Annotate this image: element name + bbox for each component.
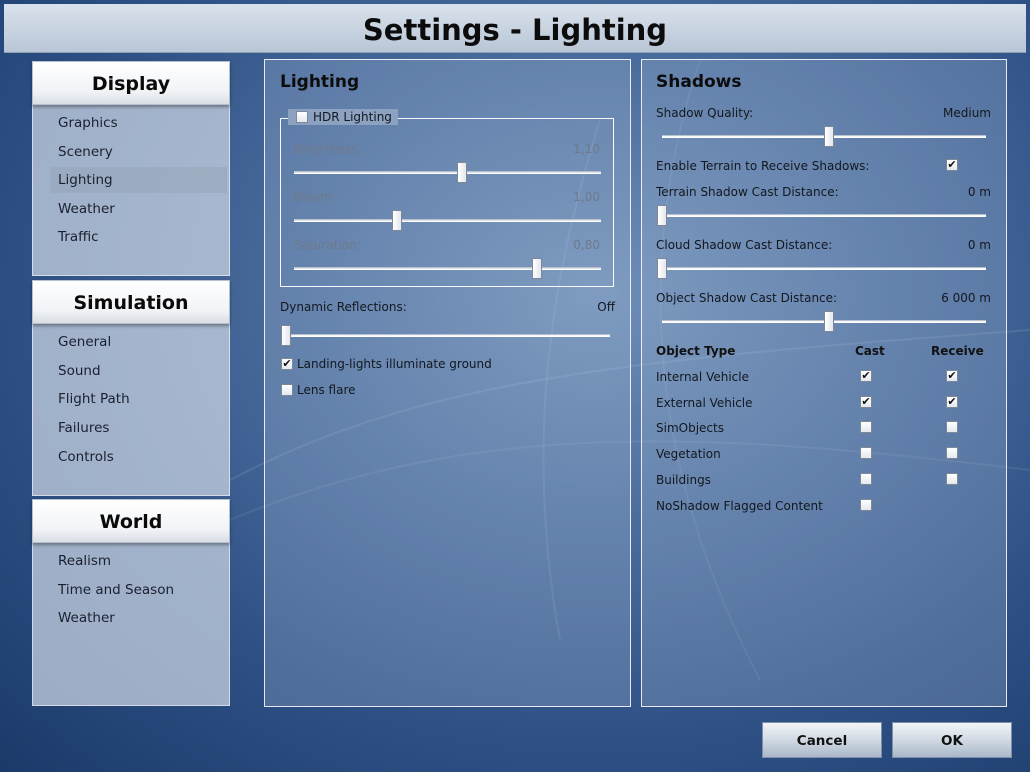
external-vehicle-receive-checkbox[interactable]: ✔ — [946, 396, 958, 408]
simobjects-receive-checkbox[interactable] — [946, 421, 958, 433]
nav-body-world: Realism Time and Season Weather — [32, 543, 230, 706]
nav-item-general[interactable]: General — [51, 329, 227, 355]
landing-lights-checkbox[interactable]: ✔ — [281, 358, 293, 370]
table-row-label: Vegetation — [656, 447, 721, 461]
internal-vehicle-receive-checkbox[interactable]: ✔ — [946, 370, 958, 382]
internal-vehicle-cast-checkbox[interactable]: ✔ — [860, 370, 872, 382]
brightness-slider-track[interactable] — [294, 171, 601, 174]
table-row-label: External Vehicle — [656, 396, 753, 410]
bloom-value: 1,00 — [573, 190, 600, 204]
object-distance-slider-thumb[interactable] — [823, 311, 834, 332]
terrain-receive-label: Enable Terrain to Receive Shadows: — [656, 159, 870, 173]
lighting-panel-title: Lighting — [280, 72, 360, 92]
nav-item-traffic[interactable]: Traffic — [51, 224, 227, 250]
vegetation-receive-checkbox[interactable] — [946, 447, 958, 459]
nav-header-display[interactable]: Display — [32, 61, 230, 105]
nav-section-display: Display Graphics Scenery Lighting Weathe… — [32, 61, 230, 276]
lens-flare-checkbox[interactable] — [281, 384, 293, 396]
object-type-header: Object Type — [656, 344, 736, 358]
nav-item-sound[interactable]: Sound — [51, 358, 227, 384]
bloom-slider-thumb[interactable] — [392, 210, 402, 231]
page-title: Settings - Lighting — [362, 13, 668, 47]
dynamic-reflections-label: Dynamic Reflections: — [280, 300, 407, 314]
saturation-slider-track[interactable] — [294, 267, 601, 270]
noshadow-cast-checkbox[interactable] — [860, 499, 872, 511]
simobjects-cast-checkbox[interactable] — [860, 421, 872, 433]
hdr-lighting-checkbox[interactable] — [296, 111, 308, 123]
nav-item-controls[interactable]: Controls — [51, 444, 227, 470]
object-distance-value: 6 000 m — [941, 291, 991, 305]
nav-item-weather[interactable]: Weather — [51, 196, 227, 222]
cloud-distance-value: 0 m — [967, 238, 991, 252]
object-distance-label: Object Shadow Cast Distance: — [656, 291, 838, 305]
landing-lights-label: Landing-lights illuminate ground — [297, 357, 492, 371]
saturation-slider-thumb[interactable] — [531, 258, 542, 279]
terrain-distance-label: Terrain Shadow Cast Distance: — [656, 185, 839, 199]
nav-item-failures[interactable]: Failures — [51, 415, 227, 441]
dynamic-reflections-slider-thumb[interactable] — [281, 325, 291, 346]
cast-header: Cast — [855, 344, 885, 358]
table-row-label: NoShadow Flagged Content — [656, 499, 823, 513]
nav-item-flight-path[interactable]: Flight Path — [51, 386, 227, 412]
hdr-lighting-label: HDR Lighting — [313, 110, 392, 124]
nav-body-simulation: General Sound Flight Path Failures Contr… — [32, 324, 230, 496]
bloom-label: Bloom: — [294, 190, 336, 204]
terrain-distance-value: 0 m — [967, 185, 991, 199]
receive-header: Receive — [931, 344, 984, 358]
saturation-value: 0,80 — [573, 238, 600, 252]
buildings-receive-checkbox[interactable] — [946, 473, 958, 485]
brightness-slider-thumb[interactable] — [457, 162, 468, 183]
nav-item-lighting[interactable]: Lighting — [51, 167, 227, 193]
terrain-receive-checkbox[interactable]: ✔ — [946, 159, 958, 171]
nav-item-world-weather[interactable]: Weather — [51, 605, 227, 631]
brightness-label: Brightness: — [294, 142, 362, 156]
ok-button[interactable]: OK — [892, 722, 1012, 758]
bloom-slider-track[interactable] — [294, 219, 601, 222]
nav-header-world[interactable]: World — [32, 499, 230, 543]
external-vehicle-cast-checkbox[interactable]: ✔ — [860, 396, 872, 408]
cloud-distance-slider-thumb[interactable] — [657, 258, 667, 279]
shadows-panel-title: Shadows — [656, 72, 742, 92]
terrain-distance-slider-thumb[interactable] — [657, 205, 667, 226]
nav-header-simulation[interactable]: Simulation — [32, 280, 230, 324]
cloud-distance-slider-track[interactable] — [662, 267, 986, 270]
dynamic-reflections-value: Off — [597, 300, 615, 314]
cloud-distance-label: Cloud Shadow Cast Distance: — [656, 238, 833, 252]
cancel-button[interactable]: Cancel — [762, 722, 882, 758]
nav-item-time-and-season[interactable]: Time and Season — [51, 577, 227, 603]
shadow-quality-label: Shadow Quality: — [656, 106, 754, 120]
nav-body-display: Graphics Scenery Lighting Weather Traffi… — [32, 105, 230, 276]
dynamic-reflections-slider-track[interactable] — [281, 334, 610, 337]
table-row-label: SimObjects — [656, 421, 724, 435]
nav-item-graphics[interactable]: Graphics — [51, 110, 227, 136]
nav-item-scenery[interactable]: Scenery — [51, 139, 227, 165]
nav-section-simulation: Simulation General Sound Flight Path Fai… — [32, 280, 230, 496]
title-bar: Settings - Lighting — [4, 4, 1026, 53]
shadow-quality-slider-thumb[interactable] — [823, 126, 834, 147]
nav-item-realism[interactable]: Realism — [51, 548, 227, 574]
lens-flare-label: Lens flare — [297, 383, 356, 397]
buildings-cast-checkbox[interactable] — [860, 473, 872, 485]
brightness-value: 1,10 — [573, 142, 600, 156]
shadow-quality-value: Medium — [943, 106, 991, 120]
table-row-label: Internal Vehicle — [656, 370, 749, 384]
terrain-distance-slider-track[interactable] — [662, 214, 986, 217]
nav-section-world: World Realism Time and Season Weather — [32, 499, 230, 706]
table-row-label: Buildings — [656, 473, 711, 487]
vegetation-cast-checkbox[interactable] — [860, 447, 872, 459]
saturation-label: Saturation: — [294, 238, 361, 252]
